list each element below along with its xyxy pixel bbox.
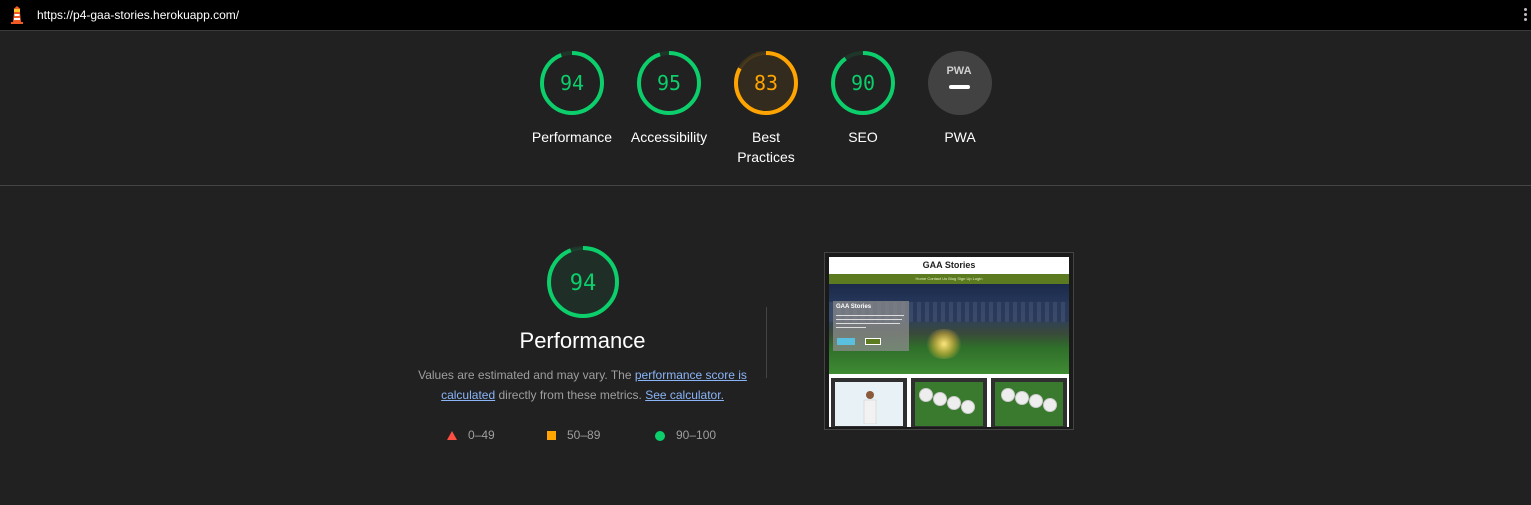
performance-description: Values are estimated and may vary. The p… xyxy=(418,368,747,402)
legend-average: 50–89 xyxy=(547,428,600,442)
screenshot-card xyxy=(831,378,907,427)
screenshot-hero-title: GAA Stories xyxy=(836,304,872,310)
gauge-label: Best Practices xyxy=(737,129,795,165)
section-divider xyxy=(0,185,1531,186)
performance-gauge: 94 xyxy=(546,246,619,318)
gauge-label: PWA xyxy=(944,129,976,145)
performance-summary: 94 Performance Values are estimated and … xyxy=(405,245,760,442)
lighthouse-icon xyxy=(11,6,23,24)
vertical-separator xyxy=(766,307,767,378)
gauge-label: SEO xyxy=(848,129,878,145)
gauge-seo[interactable]: 90 SEO xyxy=(813,50,913,147)
gauge-score: 83 xyxy=(754,71,778,95)
pwa-dash-icon xyxy=(949,85,970,89)
triangle-icon xyxy=(447,431,457,441)
circle-icon xyxy=(655,430,665,441)
gauge-score: 90 xyxy=(851,71,875,95)
gauge-best-practices[interactable]: 83 Best Practices xyxy=(716,50,816,167)
performance-title: Performance xyxy=(519,328,646,353)
top-bar: https://p4-gaa-stories.herokuapp.com/ xyxy=(0,0,1531,31)
page-url: https://p4-gaa-stories.herokuapp.com/ xyxy=(37,8,240,22)
see-calculator-link[interactable]: See calculator. xyxy=(645,388,724,402)
gauge-score: 95 xyxy=(657,71,681,95)
legend-fail: 0–49 xyxy=(447,428,495,442)
screenshot-hero-image: GAA Stories xyxy=(829,284,1069,374)
screenshot-card xyxy=(911,378,987,427)
legend-pass: 90–100 xyxy=(655,428,716,442)
gauge-label: Performance xyxy=(531,129,613,145)
pwa-badge-icon: PWA xyxy=(946,65,971,77)
gauge-performance[interactable]: 94 Performance xyxy=(522,50,622,147)
kebab-menu-icon[interactable] xyxy=(1522,8,1528,24)
screenshot-nav: Home Contact Us Blog Sign Up Login xyxy=(829,274,1069,284)
square-icon xyxy=(547,431,556,441)
person-icon xyxy=(863,391,877,424)
page-screenshot[interactable]: GAA Stories Home Contact Us Blog Sign Up… xyxy=(824,252,1074,430)
screenshot-card xyxy=(991,378,1067,427)
gauge-score: 94 xyxy=(560,71,584,95)
score-gauges: 94 Performance 95 Accessibility 83 Best … xyxy=(0,50,1531,170)
screenshot-site-title: GAA Stories xyxy=(922,260,976,270)
gauge-label: Accessibility xyxy=(630,129,708,145)
gauge-pwa[interactable]: PWA PWA xyxy=(910,50,1010,147)
gauge-accessibility[interactable]: 95 Accessibility xyxy=(619,50,719,147)
performance-score: 94 xyxy=(569,271,596,296)
